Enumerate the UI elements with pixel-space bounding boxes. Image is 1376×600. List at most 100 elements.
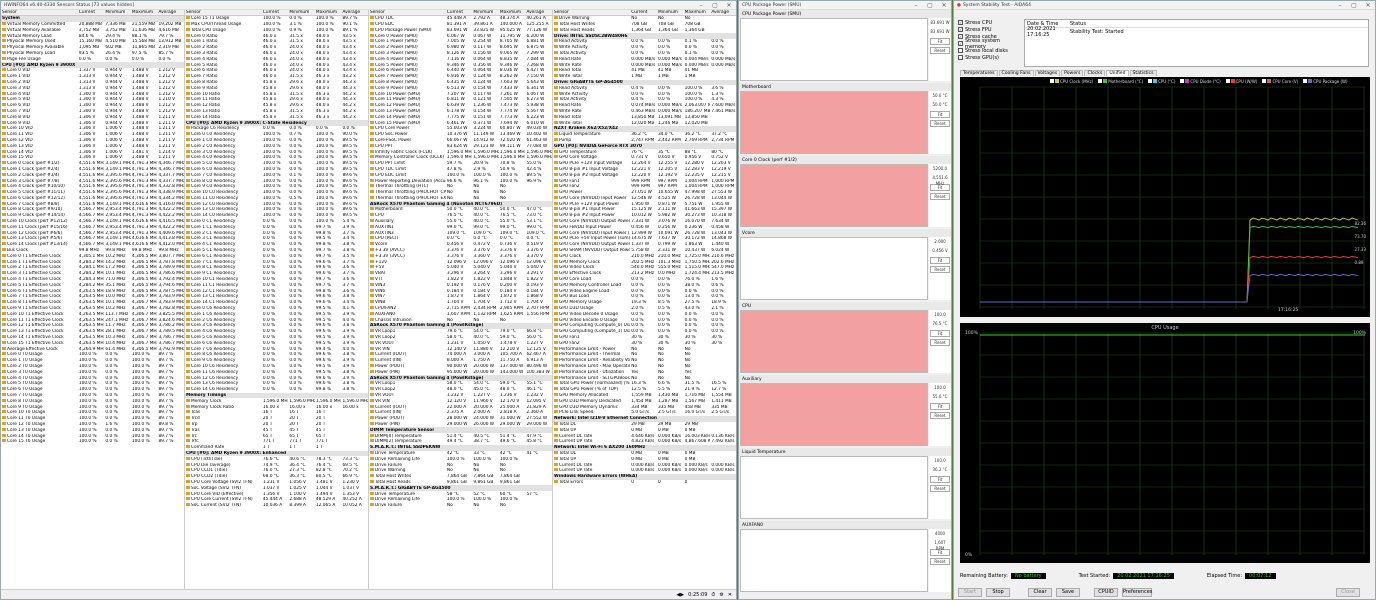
sensor-row[interactable]: CPU TDC Limit 47.8 % 2.9 % 50.9 % 42.4 % (369, 166, 552, 173)
sensor-row[interactable]: Core 11 C6 Residency 0.0 % 0.0 % 99.5 % 3.8 … (185, 369, 368, 375)
sensor-row[interactable]: Core 7 C0 Residency 100.0 % 0.1 % 100.0 % 89… (185, 172, 368, 178)
sensor-row[interactable]: GPU Core (NVVDD) Output Power 1.337 W 0.79… (553, 242, 736, 248)
sensor-row[interactable]: Core 11 T1 Effective Clock 4,263.5 MHz 247… (1, 317, 184, 323)
sensor-row[interactable]: VR Loop2 48.0 °C 45.0 °C 48.0 °C 46.1 °C (369, 387, 552, 393)
sensor-row[interactable]: Physical Memory Load 93.5 % 26.4 % 97.5 % 85… (1, 50, 184, 57)
sensor-row[interactable]: Core 15 Power (SMU) 6.461 W 0.371 W 7.694 W… (369, 120, 552, 126)
sensor-row[interactable]: Core 9 VID 1.306 V 0.944 V 1.488 V 1.211 V (1, 120, 184, 126)
sensor-row[interactable]: Core 6 C0 Residency 100.0 % 0.0 % 100.0 % 89… (185, 166, 368, 173)
sensor-row[interactable]: CPU Core Current (SVI2 TFN) 45.444 A 2.688… (185, 497, 368, 503)
sensor-row[interactable]: CPU Package Power (SMU) 83.691 W 33.825 W9… (369, 27, 552, 33)
sensor-row[interactable]: GPU Memory Controller Load 0.0 % 0.0 % 38.0… (553, 282, 736, 288)
sensor-row[interactable]: VIN6 0.184 V 0.184 V 0.184 V 0.184 V (369, 288, 552, 294)
sensor-row[interactable]: Total UP 0 MB 0 MB 0 MB (553, 456, 736, 462)
sensor-row[interactable]: Core 6 Ratio 46.0 x 24.0 x 48.0 x 43.4 x (185, 68, 368, 74)
sensor-row[interactable]: Core 3 T0 Usage 100.0 % 0.0 % 100.0 % 89.7 % (1, 369, 184, 375)
sensor-row[interactable]: Thermal Throttling (PROCHOT EXT) No No No (369, 195, 552, 202)
sensor-row[interactable]: AUXTIN3 109.0 °C 109.0 °C 109.0 °C 109.0 °C (369, 230, 552, 236)
sensor-row[interactable]: Core 12 Power (SMU) 6.639 W 1.236 W 7.473 W… (369, 103, 552, 109)
sensor-row[interactable]: Core 6 VID 1.300 V 0.944 V 1.488 V 1.212 V (1, 103, 184, 109)
column-header[interactable]: Current (630, 10, 657, 15)
sensor-row[interactable]: Max CPU/Thread Usage 100.0 % 3.1 % 100.0 % 9… (185, 21, 368, 28)
sensor-row[interactable]: Core 2 T1 Effective Clock 4,284.1 MHz 17.2… (1, 265, 184, 271)
sensor-row[interactable]: VR VOUT 1.231 V 1.050 V 1.478 V 1.227 V (369, 340, 552, 346)
column-header[interactable]: Maximum (499, 10, 526, 15)
sensor-row[interactable]: Current UP rate 4.823 KB/s 0.000 KB/s 4,867… (553, 439, 736, 445)
sensor-row[interactable]: Core 14 Power (SMU) 7.775 W 0.151 W 7.773 W… (369, 114, 552, 120)
sensor-row[interactable]: Liquid Temperature 36.2 °C 34.0 °C 36.2 °C 3… (553, 132, 736, 138)
close-icon[interactable]: ✕ (722, 2, 736, 9)
sensor-row[interactable]: GPU Core Voltage 0.731 V 0.650 V 0.956 V 0.7… (553, 155, 736, 161)
column-header[interactable]: Minimum (104, 10, 131, 15)
stress-option[interactable]: Stress GPU(s) (958, 54, 1018, 61)
maximize-icon[interactable]: ▢ (1347, 2, 1361, 9)
sensor-row[interactable]: Drive Failure No No No (369, 462, 552, 468)
sensor-row[interactable]: SoC Current (SVI2 TFN) 10.036 A 8.399 A 12.… (185, 503, 368, 509)
sensor-row[interactable]: Core 8 C1 Residency 0.0 % 0.0 % 99.6 % 3.6 % (185, 265, 368, 271)
sensor-row[interactable]: Write Activity 0.0 % 0.0 % 0.0 % 0.0 % (553, 45, 736, 51)
sensor-row[interactable]: Read Total 13,850 MB 13,091 MB 13,850 MB (553, 114, 736, 120)
sensor-row[interactable]: Drive Remaining Life 100.0 % 100.0 % 100.0 … (369, 497, 552, 503)
minimize-icon[interactable]: – (1333, 2, 1347, 9)
sensor-row[interactable]: Core 9 Clock (perf #14/14) 4,566.7 MHz 2,9… (1, 213, 184, 219)
sensor-row[interactable]: Core 12 C0 Residency 100.0 % 0.0 % 100.0 % 8… (185, 201, 368, 207)
clear-button[interactable]: Clear (1028, 588, 1052, 597)
sensor-row[interactable]: GPU Core (NVVDD) Output Power 7.331 W 3.07… (553, 219, 736, 225)
sensor-row[interactable]: Core 10 VID 1.306 V 1.006 V 1.488 V 1.211 V (1, 126, 184, 132)
sensor-row[interactable]: GPU 8-pin #1 Input Voltage 12.221 V 12.205… (553, 166, 736, 173)
sensor-row[interactable]: CPU Core Power 55.003 W 3.224 W 60.807 W 49.… (369, 126, 552, 132)
sensor-row[interactable]: Core 4 Clock (perf #10/10) 4,551.6 MHz 2,3… (1, 184, 184, 190)
sensor-row[interactable]: Core 14 Clock (perf #13/14) 4,566.7 MHz 3,… (1, 242, 184, 248)
sensor-row[interactable]: Core 11 Power (SMU) 6.811 W 0.121 W 7.505 W… (369, 97, 552, 103)
stress-option[interactable]: ✓ Stress system memory (958, 38, 1018, 50)
sensor-row[interactable]: Core 7 VID 1.300 V 0.944 V 1.488 V 1.212 V (1, 108, 184, 115)
sensor-row[interactable]: GPU Computing (Compute_0) Usage 0.0 % 0.0 … (553, 323, 736, 329)
close-icon[interactable]: ✕ (1361, 2, 1375, 9)
checkbox[interactable]: ✓ (958, 20, 963, 25)
sensor-row[interactable]: Virtual Memory Load 84.6 % 29.4 % 88.1 % 79.… (1, 33, 184, 39)
sensor-row[interactable]: GPU Fan2 30 % 30 % 30 % 30 % (553, 340, 736, 346)
sensor-row[interactable]: GPU Effective Clock 213.2 MHz 0.0 MHz 1,724… (553, 271, 736, 277)
stop-button[interactable]: Stop (986, 588, 1010, 597)
sensor-row[interactable]: GPU Clock 210.0 MHz 210.0 MHz 1,725.0 MHz 21… (553, 253, 736, 259)
sensor-row[interactable]: Core 11 Clock (perf #15/16) 4,566.7 MHz 2,… (1, 224, 184, 230)
sensor-row[interactable]: Memory Clock Ratio 16.00 x 16.00 x 16.00 x1… (185, 404, 368, 410)
sensor-row[interactable]: Core 2 C0 Residency 100.0 % 0.0 % 100.0 % 89… (185, 143, 368, 149)
sensor-row[interactable]: Command Rate 1 T1 T1 T (185, 445, 368, 451)
sensor-row[interactable]: Memory Controller Clock (UCLK) 1,596.0 MH… (369, 155, 552, 161)
sensor-row[interactable]: Core 7 Power (SMU) 6.916 W 0.124 W 8.262 W7… (369, 74, 552, 80)
sensor-row[interactable]: Core 4 C6 Residency 0.0 % 0.0 % 99.6 % 3.9 % (185, 329, 368, 335)
sensor-row[interactable]: Core 2 T0 Usage 100.0 % 0.0 % 100.0 % 89.7 % (1, 364, 184, 370)
sensor-row[interactable]: VR Loop1 58.0 °C 54.0 °C 59.0 °C 55.1 °C (369, 381, 552, 387)
sensor-row[interactable]: GPU Memory Allocated 1,559 MB 1,430 MB 1,71… (553, 392, 736, 399)
sensor-row[interactable]: Core 11 T0 Usage 100.0 % 0.0 % 100.0 % 89.7 … (1, 416, 184, 422)
sensor-row[interactable]: Core 12 C6 Residency 0.0 % 0.0 % 99.6 % 3.9 … (185, 375, 368, 381)
sensor-row[interactable]: Write Total 1 MB 1 MB 1 MB (553, 74, 736, 80)
sensor-row[interactable]: Trp 20 T 20 T 20 T (185, 421, 368, 428)
sensor-row[interactable]: +3.3V (3VCC) 3.376 V 3.360 V 3.376 V 3.370 V (369, 253, 552, 259)
tab-temperatures[interactable]: Temperatures (960, 70, 998, 76)
sensor-row[interactable]: Core 2 Power (SMU) 6.980 W 0.117 W 8.695 W6… (369, 45, 552, 51)
sensor-row[interactable]: Core 14 Ratio 45.8 x 31.5 x 46.3 x 44.2 x (185, 114, 368, 120)
sensor-row[interactable]: Core 5 C1 Residency 0.0 % 0.0 % 99.7 % 3.8 % (185, 248, 368, 254)
column-header[interactable]: Current (78, 10, 105, 15)
sensor-row[interactable]: Core 10 Power (SMU) 7.207 W 0.117 W 7.261 W… (369, 91, 552, 97)
sensor-row[interactable]: Core 13 VID 1.306 V 1.006 V 1.488 V 1.211 V (1, 143, 184, 149)
sensor-row[interactable]: AUXFAN0 1,607 RPM 1,132 RPM 1,625 RPM 1,556 … (369, 311, 552, 317)
column-header[interactable]: Maximum (315, 10, 342, 15)
sensor-row[interactable]: GPU D3D Memory Dynamic 334 MB 335 MB 458 MB… (553, 404, 736, 410)
cpuid-button[interactable]: CPUID (1094, 588, 1118, 597)
tab-unified[interactable]: Unified (1106, 70, 1129, 76)
sensor-row[interactable]: Core 14 T0 Usage 100.0 % 0.0 % 100.0 % 89.7 … (1, 433, 184, 439)
sensor-row[interactable]: Core 1 T1 Effective Clock 4,284.2 MHz 14.2… (1, 259, 184, 265)
sensor-row[interactable]: Core 8 C6 Residency 0.0 % 0.0 % 99.6 % 3.8 % (185, 352, 368, 358)
sensor-row[interactable]: Core 5 T0 Usage 100.0 % 0.0 % 100.0 % 89.7 % (1, 381, 184, 387)
column-header[interactable]: Sensor (185, 10, 262, 15)
sensor-row[interactable]: Core 6 Clock (perf #12/12) 4,551.6 MHz 2,3… (1, 195, 184, 202)
sensor-row[interactable]: Core 3 C6 Residency 0.0 % 0.0 % 99.6 % 3.8 % (185, 323, 368, 329)
sensor-row[interactable]: CPU TDC 45.448 A 2.792 A 48.374 A 40.261 A (369, 16, 552, 22)
sensor-row[interactable]: Core 4 Ratio 46.0 x 24.0 x 48.0 x 43.4 x (185, 56, 368, 62)
sensor-row[interactable]: Core 12 Clock (perf #6/6) 4,566.7 MHz 2,95… (1, 230, 184, 236)
sensor-row[interactable]: Core 8 Power (SMU) 6.435 W 0.124 W 7.603 W5… (369, 79, 552, 86)
sensor-row[interactable]: Write Rate 0.463 MB/s 0.000 MB/s 186.207 MB… (553, 108, 736, 115)
